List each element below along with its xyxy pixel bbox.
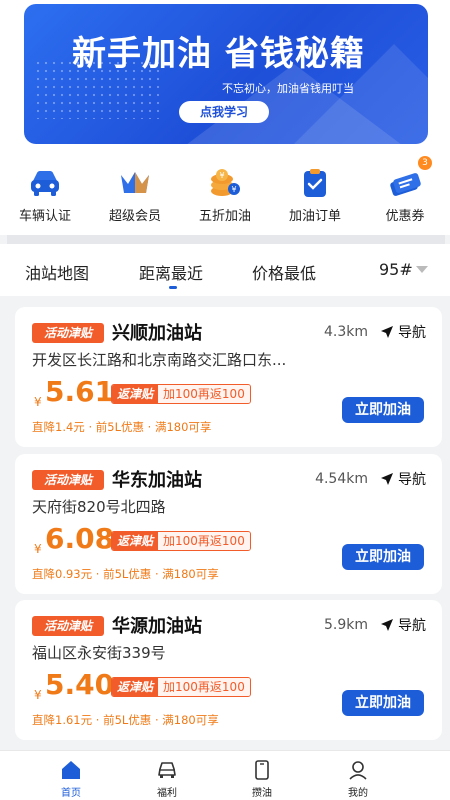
station-name: 兴顺加油站 <box>112 323 202 344</box>
car-icon <box>31 171 59 196</box>
station-name: 华东加油站 <box>112 470 202 491</box>
promo-banner[interactable]: 新手加油 省钱秘籍 不忘初心，加油省钱用叮当 点我学习 <box>24 4 428 144</box>
refuel-button[interactable]: 立即加油 <box>342 397 424 423</box>
rebate-badge: 返津贴 加100再返100 <box>111 531 251 551</box>
rebate-tag: 返津贴 <box>112 678 159 696</box>
banner-section: 新手加油 省钱秘籍 不忘初心，加油省钱用叮当 点我学习 <box>0 0 450 160</box>
station-card[interactable]: 活动津贴 华东加油站 4.54km 导航 天府街820号北四路 ¥ 6.08 返… <box>15 454 442 594</box>
divider <box>7 235 445 244</box>
refuel-button[interactable]: 立即加油 <box>342 544 424 570</box>
quick-menu: 车辆认证 超级会员 ¥ ¥ 五折加油 加油订单 3 优惠券 <box>0 145 450 235</box>
currency-symbol: ¥ <box>34 688 42 702</box>
navigate-button[interactable]: 导航 <box>380 469 426 489</box>
navigation-arrow-icon <box>381 326 393 338</box>
car-front-icon <box>158 762 176 778</box>
nav-home[interactable]: 首页 <box>41 751 101 799</box>
tab-nearest[interactable]: 距离最近 <box>139 260 203 284</box>
navigate-button[interactable]: 导航 <box>380 322 426 342</box>
currency-symbol: ¥ <box>34 395 42 409</box>
home-icon <box>62 761 80 779</box>
user-icon <box>349 761 367 780</box>
quick-item-coupons[interactable]: 3 优惠券 <box>360 145 450 235</box>
station-card[interactable]: 活动津贴 兴顺加油站 4.3km 导航 开发区长江路和北京南路交汇路口东... … <box>15 307 442 447</box>
rebate-tag: 返津贴 <box>112 385 159 403</box>
rebate-text: 加100再返100 <box>158 385 250 403</box>
learn-button[interactable]: 点我学习 <box>179 101 269 123</box>
tab-cheapest[interactable]: 价格最低 <box>252 260 316 284</box>
crown-icon <box>121 172 149 193</box>
nav-label: 我的 <box>348 788 368 799</box>
rebate-tag: 返津贴 <box>112 532 159 550</box>
station-address: 开发区长江路和北京南路交汇路口东... <box>32 351 287 369</box>
quick-label: 车辆认证 <box>18 209 71 224</box>
navigate-label: 导航 <box>398 472 426 488</box>
tab-station-map[interactable]: 油站地图 <box>25 260 89 284</box>
svg-text:¥: ¥ <box>231 185 236 194</box>
station-name: 华源加油站 <box>112 616 202 637</box>
refuel-button[interactable]: 立即加油 <box>342 690 424 716</box>
quick-item-orders[interactable]: 加油订单 <box>270 145 360 235</box>
station-address: 福山区永安街339号 <box>32 644 166 662</box>
discount-info: 直降0.93元 · 前5L优惠 · 满180可享 <box>32 567 219 581</box>
svg-text:¥: ¥ <box>219 171 224 180</box>
activity-tag: 活动津贴 <box>32 470 104 490</box>
rebate-badge: 返津贴 加100再返100 <box>111 384 251 404</box>
quick-label: 五折加油 <box>198 209 251 224</box>
nav-save-fuel[interactable]: 攒油 <box>232 751 292 799</box>
discount-info: 直降1.4元 · 前5L优惠 · 满180可享 <box>32 420 212 434</box>
station-distance: 5.9km <box>323 617 368 633</box>
rebate-text: 加100再返100 <box>158 532 250 550</box>
navigate-button[interactable]: 导航 <box>380 615 426 635</box>
quick-label: 优惠券 <box>385 209 425 224</box>
chevron-down-icon[interactable] <box>416 266 428 273</box>
navigation-arrow-icon <box>381 619 393 631</box>
banner-title: 新手加油 省钱秘籍 <box>72 34 365 74</box>
quick-label: 加油订单 <box>288 209 341 224</box>
coupon-icon <box>390 173 421 196</box>
quick-item-vip[interactable]: 超级会员 <box>90 145 180 235</box>
navigate-label: 导航 <box>398 618 426 634</box>
coupon-count-badge: 3 <box>418 156 432 170</box>
activity-tag: 活动津贴 <box>32 323 104 343</box>
quick-item-vehicle[interactable]: 车辆认证 <box>0 145 90 235</box>
nav-welfare[interactable]: 福利 <box>137 751 197 799</box>
station-distance: 4.54km <box>315 471 368 487</box>
rebate-text: 加100再返100 <box>158 678 250 696</box>
quick-label: 超级会员 <box>108 209 161 224</box>
quick-item-discount[interactable]: ¥ ¥ 五折加油 <box>180 145 270 235</box>
fuel-price: 6.08 <box>45 522 115 555</box>
nav-label: 首页 <box>61 788 81 799</box>
navigate-label: 导航 <box>398 325 426 341</box>
nav-profile[interactable]: 我的 <box>328 751 388 799</box>
fuel-type-select[interactable]: 95# <box>379 260 413 279</box>
nav-label: 福利 <box>157 788 177 799</box>
station-card[interactable]: 活动津贴 华源加油站 5.9km 导航 福山区永安街339号 ¥ 5.40 返津… <box>15 600 442 740</box>
station-distance: 4.3km <box>323 324 368 340</box>
navigation-arrow-icon <box>381 473 393 485</box>
phone-icon <box>255 760 269 780</box>
station-address: 天府街820号北四路 <box>32 498 166 516</box>
fuel-price: 5.61 <box>45 375 115 408</box>
fuel-price: 5.40 <box>45 668 115 701</box>
banner-subtitle: 不忘初心，加油省钱用叮当 <box>222 82 354 95</box>
bottom-nav: 首页 福利 攒油 我的 <box>0 750 450 800</box>
sort-tabs: 油站地图 距离最近 价格最低 95# <box>0 244 450 296</box>
order-icon <box>304 169 326 197</box>
discount-info: 直降1.61元 · 前5L优惠 · 满180可享 <box>32 713 219 727</box>
nav-label: 攒油 <box>252 788 272 799</box>
rebate-badge: 返津贴 加100再返100 <box>111 677 251 697</box>
activity-tag: 活动津贴 <box>32 616 104 636</box>
currency-symbol: ¥ <box>34 542 42 556</box>
active-tab-indicator <box>169 286 177 289</box>
coin-stack-icon: ¥ ¥ <box>211 169 240 196</box>
